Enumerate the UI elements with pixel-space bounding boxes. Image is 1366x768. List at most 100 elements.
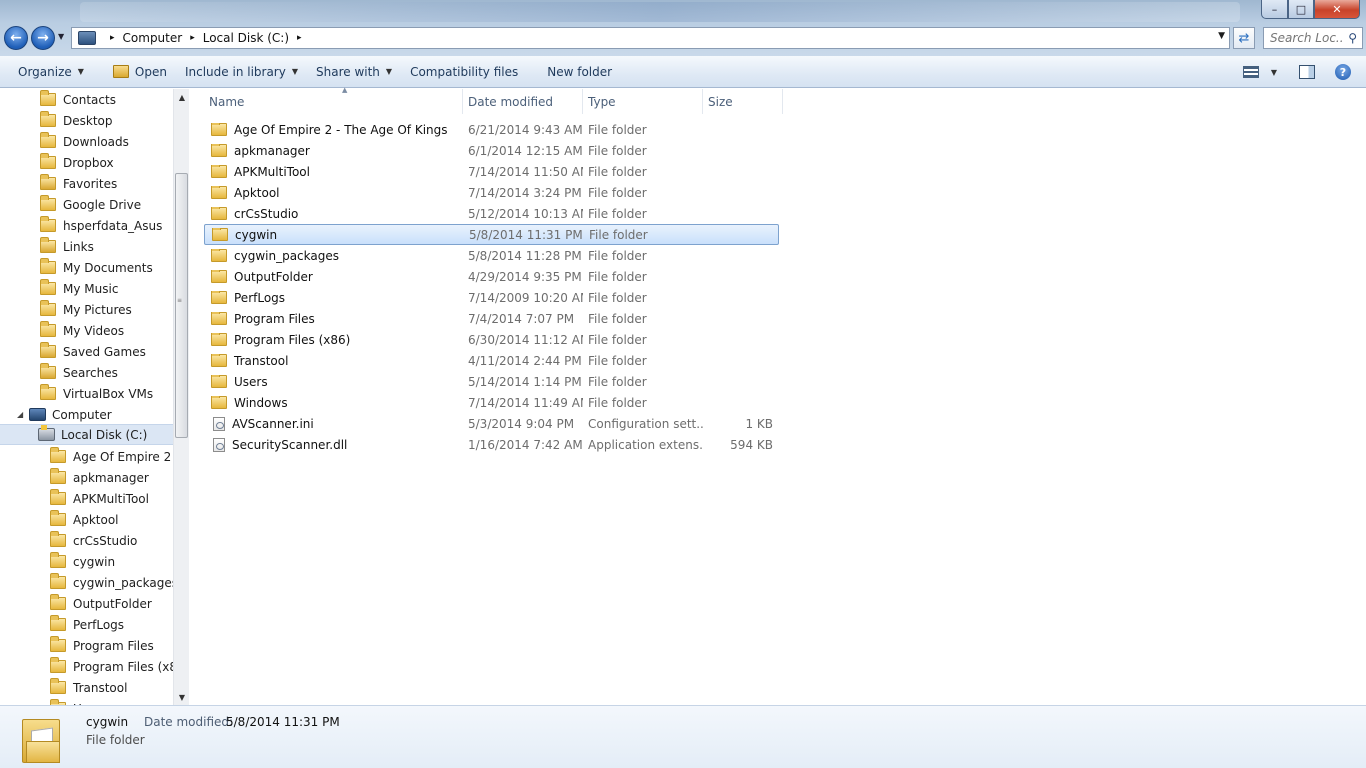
nav-item[interactable]: Downloads [40,131,129,152]
back-button[interactable]: ← [4,26,28,50]
breadcrumb-separator[interactable]: ▸ [102,33,123,43]
file-row[interactable]: Apktool 7/14/2014 3:24 PM File folder [204,182,779,203]
nav-item[interactable]: crCsStudio [50,530,137,551]
nav-item[interactable]: U [50,698,82,705]
file-row[interactable]: Users 5/14/2014 1:14 PM File folder [204,371,779,392]
nav-item[interactable]: My Documents [40,257,153,278]
include-in-library-button[interactable]: Include in library ▼ [185,65,298,79]
file-row[interactable]: Program Files (x86) 6/30/2014 11:12 AM Fil… [204,329,779,350]
nav-item[interactable]: Program Files (x86) [50,656,188,677]
change-view-icon[interactable] [1242,66,1259,78]
nav-item[interactable]: My Videos [40,320,124,341]
search-icon[interactable]: ⚲ [1348,31,1357,45]
nav-item[interactable]: Transtool [50,677,127,698]
details-date-label: Date modified: [144,715,234,729]
nav-item[interactable]: Saved Games [40,341,146,362]
nav-item[interactable]: Dropbox [40,152,114,173]
folder-icon [50,468,66,484]
scroll-up-arrow-icon[interactable]: ▲ [174,89,190,105]
breadcrumb-chevron-icon[interactable]: ▸ [190,33,195,43]
scrollbar-thumb[interactable] [175,173,188,438]
nav-item-local-disk[interactable]: Local Disk (C:) [0,424,173,445]
breadcrumb-computer[interactable]: Computer ▸ [123,31,203,45]
help-icon[interactable]: ? [1335,64,1351,80]
nav-item-label: My Music [63,281,119,296]
file-type: File folder [588,206,647,221]
file-row[interactable]: OutputFolder 4/29/2014 9:35 PM File folder [204,266,779,287]
column-date-modified[interactable]: Date modified [463,89,583,114]
open-button[interactable]: Open [112,65,167,79]
nav-item[interactable]: Favorites [40,173,117,194]
folder-icon [211,206,227,220]
nav-item-computer[interactable]: ◢ Computer [17,404,112,425]
file-name: Age Of Empire 2 - The Age Of Kings [234,122,448,137]
address-bar[interactable]: ▸ Computer ▸ Local Disk (C:) ▸ ▼ [71,27,1230,49]
navigation-pane: Contacts Desktop Downloads Dropbox Favor… [0,89,189,705]
nav-item-label: cygwin [73,554,116,569]
close-button[interactable]: ✕ [1314,0,1360,19]
dll-file-icon [213,437,225,452]
preview-pane-icon[interactable] [1299,65,1315,79]
file-name: PerfLogs [234,290,286,305]
search-box[interactable]: ⚲ [1263,27,1363,49]
nav-item-label: Contacts [63,92,116,107]
nav-item[interactable]: apkmanager [50,467,149,488]
nav-item[interactable]: OutputFolder [50,593,152,614]
file-size: 1 KB [745,416,773,431]
file-row[interactable]: SecurityScanner.dll 1/16/2014 7:42 AM Appl… [204,434,779,455]
search-input[interactable] [1270,31,1344,45]
column-size[interactable]: Size [703,89,783,114]
address-history-dropdown[interactable]: ▼ [1218,31,1225,41]
nav-item[interactable]: Age Of Empire 2 - T [50,446,188,467]
recent-pages-dropdown[interactable]: ▼ [58,32,64,41]
nav-item[interactable]: Desktop [40,110,113,131]
file-name: OutputFolder [234,269,313,284]
expand-triangle-icon[interactable]: ◢ [17,410,29,419]
folder-icon [50,636,66,652]
compatibility-files-button[interactable]: Compatibility files [410,65,518,79]
nav-item[interactable]: Google Drive [40,194,141,215]
nav-item[interactable]: Apktool [50,509,119,530]
nav-item[interactable]: My Pictures [40,299,132,320]
breadcrumb-local-disk[interactable]: Local Disk (C:) ▸ [203,31,310,45]
nav-item[interactable]: cygwin_packages [50,572,178,593]
file-row-selected[interactable]: cygwin 5/8/2014 11:31 PM File folder [204,224,779,245]
file-date: 7/14/2014 11:49 AM [468,395,583,410]
nav-item[interactable]: Links [40,236,94,257]
forward-button[interactable]: → [31,26,55,50]
file-row[interactable]: Age Of Empire 2 - The Age Of Kings 6/21/2… [204,119,779,140]
nav-item[interactable]: hsperfdata_Asus [40,215,162,236]
organize-button[interactable]: Organize ▼ [18,65,95,79]
file-row[interactable]: Transtool 4/11/2014 2:44 PM File folder [204,350,779,371]
nav-item[interactable]: VirtualBox VMs [40,383,153,404]
file-row[interactable]: crCsStudio 5/12/2014 10:13 AM File folder [204,203,779,224]
column-header: Name Date modified Type Size ▲ [204,86,783,114]
minimize-button[interactable]: – [1261,0,1288,19]
breadcrumb-chevron-icon[interactable]: ▸ [297,33,302,43]
file-row[interactable]: PerfLogs 7/14/2009 10:20 AM File folder [204,287,779,308]
nav-item[interactable]: cygwin [50,551,115,572]
games-folder-icon [40,342,56,358]
nav-item[interactable]: PerfLogs [50,614,124,635]
file-name: cygwin_packages [234,248,339,263]
column-type[interactable]: Type [583,89,703,114]
refresh-button[interactable]: ⇄ [1233,27,1255,49]
column-name[interactable]: Name [204,89,463,114]
file-row[interactable]: APKMultiTool 7/14/2014 11:50 AM File folde… [204,161,779,182]
share-with-button[interactable]: Share with ▼ [316,65,392,79]
file-row[interactable]: Windows 7/14/2014 11:49 AM File folder [204,392,779,413]
nav-item[interactable]: Searches [40,362,118,383]
nav-item[interactable]: My Music [40,278,118,299]
nav-scrollbar[interactable]: ▲ ≡ ▼ [173,89,189,705]
view-options-dropdown[interactable]: ▼ [1271,68,1277,77]
file-row[interactable]: cygwin_packages 5/8/2014 11:28 PM File fol… [204,245,779,266]
file-row[interactable]: AVScanner.ini 5/3/2014 9:04 PM Configurati… [204,413,779,434]
nav-item[interactable]: Contacts [40,89,116,110]
file-row[interactable]: Program Files 7/4/2014 7:07 PM File folder [204,308,779,329]
maximize-button[interactable]: □ [1288,0,1314,19]
nav-item[interactable]: APKMultiTool [50,488,149,509]
file-row[interactable]: apkmanager 6/1/2014 12:15 AM File folder [204,140,779,161]
nav-item[interactable]: Program Files [50,635,154,656]
new-folder-button[interactable]: New folder [547,65,623,79]
scroll-down-arrow-icon[interactable]: ▼ [174,689,190,705]
